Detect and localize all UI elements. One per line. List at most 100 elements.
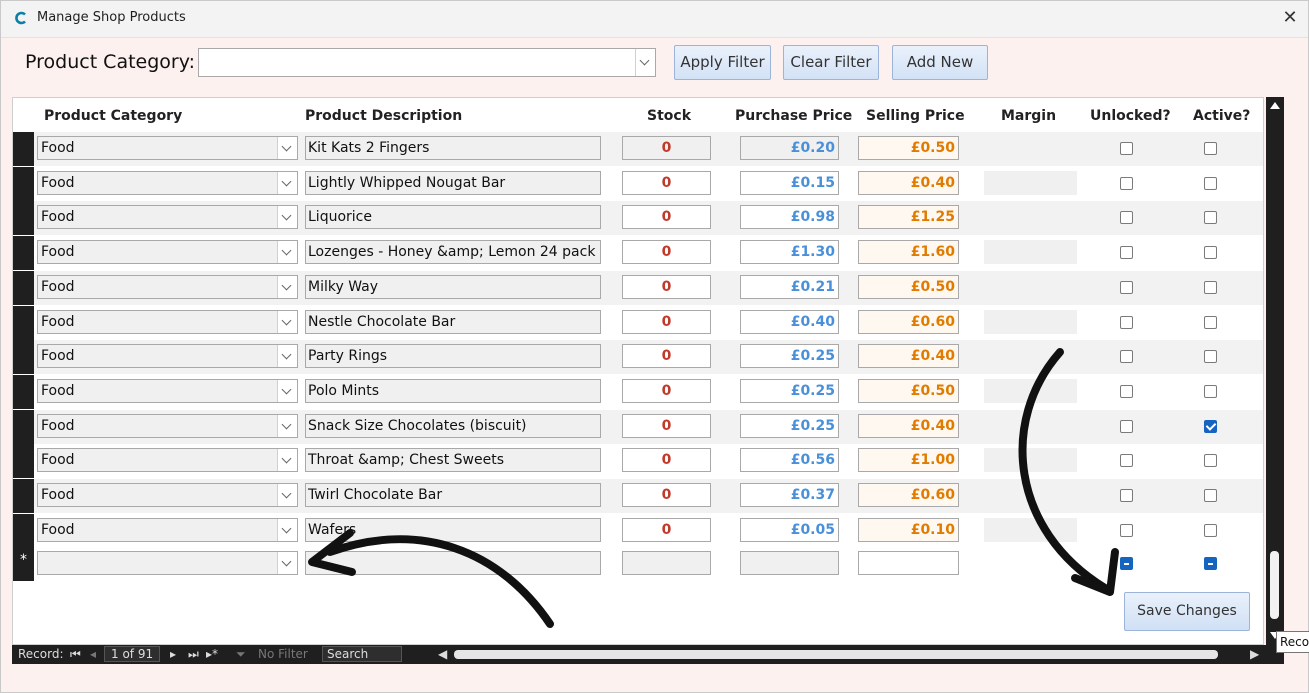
- purchase-price-field[interactable]: £0.05: [740, 517, 839, 542]
- vertical-scroll-thumb[interactable]: [1270, 551, 1279, 619]
- active-checkbox[interactable]: [1204, 523, 1217, 537]
- purchase-price-field[interactable]: £0.98: [740, 205, 839, 230]
- purchase-price-field[interactable]: £0.25: [740, 378, 839, 403]
- next-record-icon[interactable]: ▸: [170, 647, 176, 661]
- category-combo[interactable]: Food: [37, 170, 298, 195]
- stock-field[interactable]: 0: [622, 517, 711, 542]
- stock-field[interactable]: 0: [622, 170, 711, 195]
- row-selector[interactable]: [13, 409, 34, 444]
- category-combo[interactable]: Food: [37, 517, 298, 542]
- row-selector[interactable]: [13, 444, 34, 479]
- purchase-price-field[interactable]: £1.30: [740, 240, 839, 265]
- unlocked-checkbox[interactable]: [1120, 350, 1133, 364]
- close-icon[interactable]: ✕: [1277, 6, 1303, 30]
- selling-price-field[interactable]: £1.00: [858, 448, 959, 473]
- unlocked-checkbox[interactable]: [1120, 523, 1133, 537]
- category-combo[interactable]: Food: [37, 413, 298, 438]
- description-field[interactable]: Polo Mints: [305, 378, 601, 403]
- active-checkbox[interactable]: [1204, 384, 1217, 398]
- active-checkbox[interactable]: [1204, 176, 1217, 190]
- search-box[interactable]: Search: [322, 646, 402, 662]
- active-checkbox[interactable]: [1204, 315, 1217, 329]
- new-purchase-price-field[interactable]: [740, 551, 839, 575]
- row-selector[interactable]: [13, 236, 34, 271]
- active-checkbox[interactable]: [1204, 454, 1217, 468]
- unlocked-checkbox[interactable]: [1120, 211, 1133, 225]
- purchase-price-field[interactable]: £0.21: [740, 274, 839, 299]
- vertical-scrollbar[interactable]: [1266, 97, 1284, 645]
- stock-field[interactable]: 0: [622, 205, 711, 230]
- active-checkbox[interactable]: [1204, 419, 1217, 433]
- stock-field[interactable]: 0: [622, 344, 711, 369]
- apply-filter-button[interactable]: Apply Filter: [674, 45, 771, 80]
- selling-price-field[interactable]: £0.10: [858, 517, 959, 542]
- selling-price-field[interactable]: £0.60: [858, 483, 959, 507]
- purchase-price-field[interactable]: £0.25: [740, 413, 839, 438]
- row-selector[interactable]: [13, 374, 34, 409]
- selling-price-field[interactable]: £0.50: [858, 274, 959, 299]
- product-category-filter[interactable]: [198, 48, 656, 77]
- row-selector[interactable]: [13, 201, 34, 236]
- description-field[interactable]: Lightly Whipped Nougat Bar: [305, 170, 601, 195]
- chevron-down-icon[interactable]: [277, 137, 297, 159]
- purchase-price-field[interactable]: £0.25: [740, 344, 839, 369]
- record-counter[interactable]: 1 of 91: [104, 646, 161, 662]
- no-filter-label[interactable]: No Filter: [258, 647, 308, 661]
- new-record-marker[interactable]: *: [13, 547, 34, 581]
- row-selector[interactable]: [13, 166, 34, 201]
- description-field[interactable]: Kit Kats 2 Fingers: [305, 136, 601, 160]
- selling-price-field[interactable]: £0.50: [858, 378, 959, 403]
- unlocked-checkbox[interactable]: [1120, 142, 1133, 155]
- category-combo[interactable]: Food: [37, 205, 298, 230]
- category-combo[interactable]: Food: [37, 136, 298, 160]
- active-checkbox[interactable]: [1204, 350, 1217, 364]
- unlocked-checkbox[interactable]: [1120, 419, 1133, 433]
- unlocked-checkbox[interactable]: [1120, 384, 1133, 398]
- unlocked-checkbox[interactable]: [1120, 489, 1133, 502]
- category-combo[interactable]: Food: [37, 344, 298, 369]
- description-field[interactable]: Party Rings: [305, 344, 601, 369]
- category-combo[interactable]: Food: [37, 240, 298, 265]
- selling-price-field[interactable]: £0.40: [858, 413, 959, 438]
- clear-filter-button[interactable]: Clear Filter: [783, 45, 879, 80]
- selling-price-field[interactable]: £0.40: [858, 170, 959, 195]
- stock-field[interactable]: 0: [622, 378, 711, 403]
- selling-price-field[interactable]: £0.60: [858, 309, 959, 334]
- selling-price-field[interactable]: £1.60: [858, 240, 959, 265]
- chevron-down-icon[interactable]: [277, 484, 297, 506]
- active-checkbox[interactable]: [1204, 489, 1217, 502]
- unlocked-checkbox[interactable]: [1120, 315, 1133, 329]
- chevron-down-icon[interactable]: [277, 241, 297, 264]
- unlocked-checkbox[interactable]: [1120, 176, 1133, 190]
- chevron-down-icon[interactable]: [277, 379, 297, 402]
- category-combo[interactable]: Food: [37, 483, 298, 507]
- row-selector[interactable]: [13, 340, 34, 375]
- purchase-price-field[interactable]: £0.20: [740, 136, 839, 160]
- description-field[interactable]: Snack Size Chocolates (biscuit): [305, 413, 601, 438]
- first-record-icon[interactable]: ⏮: [70, 647, 81, 662]
- purchase-price-field[interactable]: £0.15: [740, 170, 839, 195]
- new-description-field[interactable]: [305, 551, 601, 575]
- new-category-combo[interactable]: [37, 551, 298, 575]
- stock-field[interactable]: 0: [622, 448, 711, 473]
- unlocked-checkbox[interactable]: [1120, 246, 1133, 260]
- description-field[interactable]: Liquorice: [305, 205, 601, 230]
- description-field[interactable]: Nestle Chocolate Bar: [305, 309, 601, 334]
- scroll-right-icon[interactable]: ▶: [1250, 647, 1259, 661]
- stock-field[interactable]: 0: [622, 240, 711, 265]
- category-combo[interactable]: Food: [37, 274, 298, 299]
- chevron-down-icon[interactable]: [277, 310, 297, 333]
- chevron-down-icon[interactable]: [277, 414, 297, 437]
- new-active-checkbox[interactable]: [1204, 557, 1217, 570]
- row-selector[interactable]: [13, 479, 34, 513]
- purchase-price-field[interactable]: £0.56: [740, 448, 839, 473]
- selling-price-field[interactable]: £1.25: [858, 205, 959, 230]
- description-field[interactable]: Throat &amp; Chest Sweets: [305, 448, 601, 473]
- description-field[interactable]: Lozenges - Honey &amp; Lemon 24 pack: [305, 240, 601, 265]
- category-combo[interactable]: Food: [37, 378, 298, 403]
- new-stock-field[interactable]: [622, 551, 711, 575]
- active-checkbox[interactable]: [1204, 280, 1217, 294]
- stock-field[interactable]: 0: [622, 483, 711, 507]
- chevron-down-icon[interactable]: [277, 552, 297, 574]
- save-changes-button[interactable]: Save Changes: [1124, 592, 1250, 631]
